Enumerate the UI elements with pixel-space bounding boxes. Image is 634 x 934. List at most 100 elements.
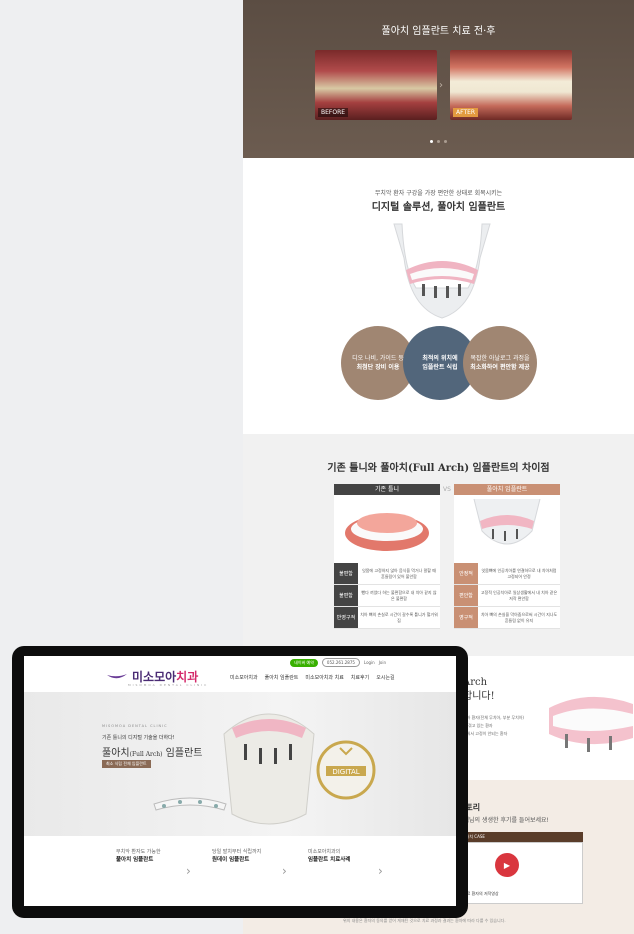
slider-dots[interactable]	[243, 128, 634, 147]
hero-small: 기존 틀니의 디지털 기술을 더하다!	[102, 735, 175, 741]
row-key: 영구적	[454, 607, 478, 628]
table-row: 불편함 잇몸에 고정하지 않아 음식을 먹거나 말할 때 흔들림이 있어 불안함	[334, 563, 440, 585]
feature-line-bold: 최적의 위치에	[422, 355, 458, 362]
page: 풀아치 임플란트 치료 전·후 BEFORE › AFTER 무치악 환자 구강…	[0, 0, 634, 934]
slider-dot[interactable]	[430, 140, 433, 143]
feature-line-bold: 임플란트 식립	[422, 364, 458, 371]
jaw-side-image	[549, 696, 633, 752]
feature-line-bold: 최첨단 장비 이용	[356, 364, 400, 371]
feature-circle-comfort: 복잡한 아날로그 과정을 최소화하여 편안함 제공	[463, 326, 537, 400]
video-caption: 치료 환자의 저작영상	[463, 891, 499, 896]
table-row: 반영구적 치아 뼈의 손실로 시간이 갈수록 틀니가 헐거워짐	[334, 607, 440, 629]
main-nav: 미소모아치과 풀아치 임플란트 미소모아치과 치료 치료후기 오시는길	[230, 674, 395, 681]
vs-label: VS	[443, 486, 451, 493]
nav-item[interactable]: 치료후기	[351, 674, 369, 681]
row-value: 잇몸뼈에 인공치아를 연결하므로 내 치아처럼 고정되어 안정	[481, 567, 557, 579]
nav-item[interactable]: 풀아치 임플란트	[265, 674, 299, 681]
row-value: 잇몸에 고정하지 않아 음식을 먹거나 말할 때 흔들림이 있어 불안함	[362, 567, 436, 579]
card-sub: 당일 발치부터 식립까지	[212, 849, 262, 855]
table-row: 영구적 치아 뼈의 손실을 막아줌으로써 시간이 지나도 흔들림 없이 유지	[454, 607, 560, 629]
nav-item[interactable]: 미소모아치과	[230, 674, 258, 681]
review-video[interactable]: ▶ 치료 환자의 저작영상	[458, 842, 583, 904]
table-row: 편안함 고정적 인공치아로 일상생활에서 내 치아 같은 저작 편안함	[454, 585, 560, 607]
nav-item[interactable]: 미소모아치과 치료	[305, 674, 343, 681]
slider-dot[interactable]	[437, 140, 440, 143]
before-after-title: 풀아치 임플란트 치료 전·후	[381, 26, 496, 37]
section-headline: 디지털 솔루션, 풀아치 임플란트	[371, 202, 506, 213]
fullarch-image	[454, 495, 560, 563]
logo-subtitle: MISOMOA DENTAL CLINIC	[128, 683, 209, 687]
story-subtitle: 고객님의 생생한 후기를 들어보세요!	[458, 817, 549, 824]
hero-title: 풀아치(Full Arch) 임플란트	[102, 744, 202, 759]
comparison-section: 기존 틀니와 풀아치(Full Arch) 임플란트의 차이점 기존 틀니 VS…	[243, 434, 634, 656]
section-subtitle: 무치악 환자 구강을 가장 편안한 상태로 회복시키는	[374, 190, 503, 197]
recommend-list: 치아 환자(전체 무치아, 부분 무치아) 을 겪고 있는 환자 거워서 고정이…	[463, 714, 524, 738]
nav-item[interactable]: 오시는길	[376, 674, 394, 681]
footnote: 위의 내용은 환자의 동의를 얻어 게재된 것으로 치료 과정과 결과는 환자에…	[343, 918, 506, 923]
before-after-section: 풀아치 임플란트 치료 전·후 BEFORE › AFTER	[243, 0, 634, 158]
before-photo: BEFORE	[315, 50, 437, 120]
laptop-screen: 네이버 예약 052.261.2875 Login Join 미소모아치과 MI…	[24, 656, 456, 906]
card-title: 풀아치 임플란트	[116, 857, 154, 863]
card-title: 원데이 임플란트	[212, 857, 250, 863]
play-icon[interactable]: ▶	[495, 853, 519, 877]
top-utility-bar: 네이버 예약 052.261.2875 Login Join	[290, 658, 386, 667]
card-fullarch[interactable]: 무치악 환자도 가능한 풀아치 임플란트 ›	[116, 848, 206, 878]
slider-dot[interactable]	[444, 140, 447, 143]
feature-line-bold: 최소화하여 편안함 제공	[470, 364, 530, 371]
jaw-model-image	[393, 223, 491, 319]
arrow-right-icon: ›	[439, 80, 443, 91]
before-label: BEFORE	[318, 108, 349, 117]
digital-badge: DIGITAL	[316, 740, 376, 800]
row-key: 안정적	[454, 563, 478, 584]
row-value: 치아 뼈의 손실로 시간이 갈수록 틀니가 헐거워짐	[360, 611, 438, 623]
case-bar: 풀아치 CASE	[458, 832, 583, 842]
row-value: 치아 뼈의 손실을 막아줌으로써 시간이 지나도 흔들림 없이 유지	[480, 611, 558, 623]
denture-image	[334, 495, 440, 563]
after-photo: AFTER	[450, 50, 572, 120]
laptop-mockup: 네이버 예약 052.261.2875 Login Join 미소모아치과 MI…	[12, 646, 468, 918]
hero-kicker: MISOMOA DENTAL CLINIC	[102, 724, 168, 728]
row-key: 편안함	[454, 585, 478, 606]
row-value: 뺐다 끼었다 하는 불편함으로 내 치아 같지 않은 불편함	[361, 589, 437, 601]
hero-bridge-image	[153, 797, 227, 811]
card-sub: 미소모아치과의	[308, 849, 341, 855]
list-item: 을 겪고 있는 환자	[463, 723, 493, 728]
hero-title-main: 풀아치	[102, 748, 130, 759]
denture-rows: 불편함 잇몸에 고정하지 않아 음식을 먹거나 말할 때 흔들림이 있어 불안함 …	[334, 563, 440, 629]
phone-badge[interactable]: 052.261.2875	[321, 658, 360, 667]
fullarch-rows: 안정적 잇몸뼈에 인공치아를 연결하므로 내 치아처럼 고정되어 안정 편안함 고정…	[454, 563, 560, 629]
list-item: 거워서 고정이 안되는 환자	[463, 731, 508, 736]
fullarch-header: 풀아치 임플란트	[454, 484, 560, 495]
feature-line: 복잡한 아날로그 과정을	[470, 355, 530, 362]
quick-cards: 무치악 환자도 가능한 풀아치 임플란트 › 당일 발치부터 식립까지 원데이 …	[24, 842, 456, 906]
card-title: 임플란트 치료사례	[308, 857, 351, 863]
row-value: 고정적 인공치아로 일상생활에서 내 치아 같은 저작 편안함	[480, 589, 558, 601]
hero-title-small: (Full Arch)	[129, 751, 163, 758]
card-oneday[interactable]: 당일 발치부터 식립까지 원데이 임플란트 ›	[212, 848, 302, 878]
comparison-headline: 기존 틀니와 풀아치(Full Arch) 임플란트의 차이점	[327, 463, 550, 474]
card-cases[interactable]: 미소모아치과의 임플란트 치료사례 ›	[308, 848, 398, 878]
denture-header: 기존 틀니	[334, 484, 440, 495]
list-item: 치아 환자(전체 무치아, 부분 무치아)	[463, 715, 524, 720]
chevron-right-icon: ›	[378, 864, 383, 878]
table-row: 불편함 뺐다 끼었다 하는 불편함으로 내 치아 같지 않은 불편함	[334, 585, 440, 607]
table-row: 안정적 잇몸뼈에 인공치아를 연결하므로 내 치아처럼 고정되어 안정	[454, 563, 560, 585]
naver-reserve-button[interactable]: 네이버 예약	[290, 658, 318, 667]
logo-smile-icon	[107, 673, 127, 678]
hero-title-tail: 임플란트	[162, 748, 203, 759]
logo-text-a: 미소모아	[132, 670, 177, 684]
row-key: 불편함	[334, 563, 358, 584]
feature-line: 디오 나비, 가이드 등	[352, 355, 404, 362]
after-label: AFTER	[453, 108, 479, 117]
join-link[interactable]: Join	[379, 660, 386, 665]
row-key: 반영구적	[334, 607, 358, 628]
login-link[interactable]: Login	[364, 660, 375, 665]
logo-text-b: 치과	[176, 670, 199, 684]
chevron-right-icon: ›	[186, 864, 191, 878]
hero-banner: MISOMOA DENTAL CLINIC 기존 틀니의 디지털 기술을 더하다…	[24, 692, 456, 836]
digital-solution-section: 무치악 환자 구강을 가장 편안한 상태로 회복시키는 디지털 솔루션, 풀아치…	[243, 158, 634, 434]
digital-badge-text: DIGITAL	[332, 768, 359, 776]
hero-tag: 최소 식립 전체 임플란트	[102, 760, 151, 768]
chevron-right-icon: ›	[282, 864, 287, 878]
